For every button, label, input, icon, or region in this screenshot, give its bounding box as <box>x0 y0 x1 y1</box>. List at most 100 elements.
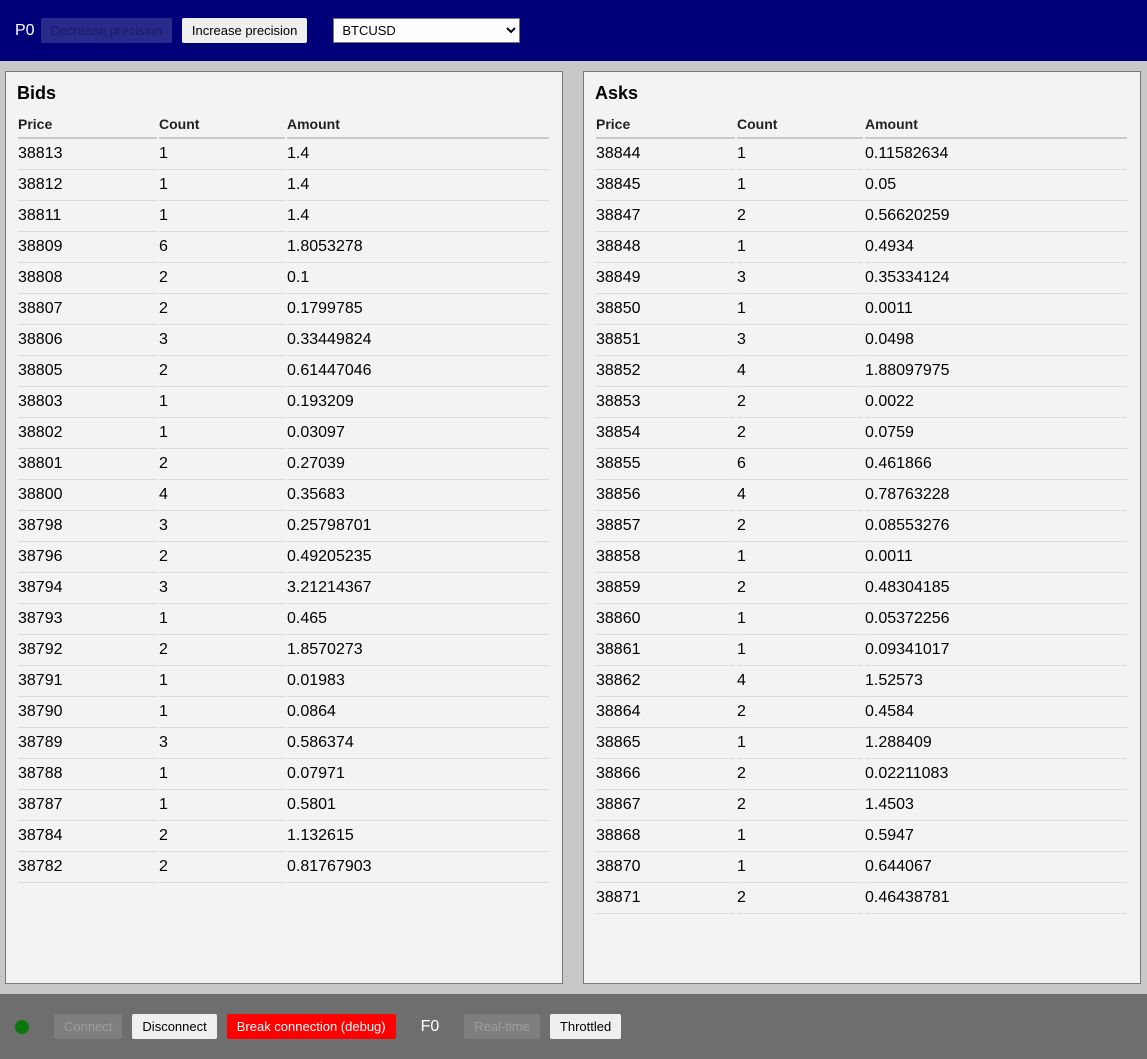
asks-amount-cell: 1.288409 <box>865 728 1127 759</box>
asks-table-row: 38852 4 1.88097975 <box>596 356 1127 387</box>
bids-table-row: 38794 3 3.21214367 <box>18 573 549 604</box>
disconnect-button[interactable]: Disconnect <box>132 1014 217 1039</box>
asks-price-cell: 38865 <box>596 728 735 759</box>
bids-amount-cell: 1.4 <box>287 139 549 170</box>
asks-count-cell: 4 <box>737 666 863 697</box>
frequency-label: F0 <box>420 1017 440 1035</box>
bids-price-cell: 38793 <box>18 604 157 635</box>
asks-amount-cell: 1.4503 <box>865 790 1127 821</box>
asks-price-cell: 38860 <box>596 604 735 635</box>
asks-price-cell: 38864 <box>596 697 735 728</box>
asks-amount-cell: 0.0498 <box>865 325 1127 356</box>
asks-amount-cell: 0.05372256 <box>865 604 1127 635</box>
bids-count-cell: 3 <box>159 511 285 542</box>
asks-amount-cell: 0.4584 <box>865 697 1127 728</box>
asks-price-cell: 38853 <box>596 387 735 418</box>
asks-amount-cell: 1.88097975 <box>865 356 1127 387</box>
bids-price-cell: 38813 <box>18 139 157 170</box>
bids-count-header: Count <box>159 111 285 139</box>
asks-price-cell: 38848 <box>596 232 735 263</box>
realtime-button[interactable]: Real-time <box>464 1014 540 1039</box>
bids-table-row: 38812 1 1.4 <box>18 170 549 201</box>
bids-table-row: 38803 1 0.193209 <box>18 387 549 418</box>
asks-price-cell: 38854 <box>596 418 735 449</box>
bids-price-cell: 38812 <box>18 170 157 201</box>
asks-amount-cell: 0.4934 <box>865 232 1127 263</box>
bids-amount-cell: 1.8570273 <box>287 635 549 666</box>
bids-table-row: 38787 1 0.5801 <box>18 790 549 821</box>
bids-amount-cell: 0.465 <box>287 604 549 635</box>
bids-count-cell: 2 <box>159 449 285 480</box>
throttled-button[interactable]: Throttled <box>549 1014 622 1039</box>
asks-table-row: 38861 1 0.09341017 <box>596 635 1127 666</box>
connect-button[interactable]: Connect <box>54 1014 123 1039</box>
increase-precision-button[interactable]: Increase precision <box>181 18 308 43</box>
asks-count-cell: 3 <box>737 263 863 294</box>
asks-amount-cell: 0.5947 <box>865 821 1127 852</box>
bids-amount-cell: 0.01983 <box>287 666 549 697</box>
bids-amount-cell: 0.193209 <box>287 387 549 418</box>
asks-price-header: Price <box>596 111 735 139</box>
asks-amount-cell: 0.0022 <box>865 387 1127 418</box>
asks-count-cell: 1 <box>737 821 863 852</box>
bids-amount-cell: 0.5801 <box>287 790 549 821</box>
asks-table-row: 38871 2 0.46438781 <box>596 883 1127 914</box>
asks-amount-cell: 0.56620259 <box>865 201 1127 232</box>
decrease-precision-button[interactable]: Decrease precision <box>40 18 172 43</box>
bids-amount-cell: 0.0864 <box>287 697 549 728</box>
asks-price-cell: 38861 <box>596 635 735 666</box>
asks-price-cell: 38857 <box>596 511 735 542</box>
asks-count-cell: 2 <box>737 418 863 449</box>
asks-table-row: 38851 3 0.0498 <box>596 325 1127 356</box>
bids-table-row: 38782 2 0.81767903 <box>18 852 549 883</box>
bids-count-cell: 3 <box>159 325 285 356</box>
asks-price-cell: 38870 <box>596 852 735 883</box>
asks-header-row: Price Count Amount <box>596 111 1127 139</box>
bids-price-cell: 38790 <box>18 697 157 728</box>
asks-table-row: 38857 2 0.08553276 <box>596 511 1127 542</box>
asks-count-cell: 1 <box>737 635 863 666</box>
bids-table-row: 38805 2 0.61447046 <box>18 356 549 387</box>
bids-count-cell: 2 <box>159 852 285 883</box>
bids-count-cell: 1 <box>159 697 285 728</box>
bids-table-row: 38806 3 0.33449824 <box>18 325 549 356</box>
bids-price-cell: 38803 <box>18 387 157 418</box>
asks-panel: Asks Price Count Amount 38844 1 0.11582634… <box>583 71 1141 984</box>
bids-table: Price Count Amount 38813 1 1.4 38812 1 1.4 388… <box>16 111 551 883</box>
asks-count-cell: 1 <box>737 542 863 573</box>
asks-table-row: 38844 1 0.11582634 <box>596 139 1127 170</box>
bids-price-cell: 38807 <box>18 294 157 325</box>
asks-amount-cell: 0.0011 <box>865 294 1127 325</box>
asks-table: Price Count Amount 38844 1 0.11582634 38845… <box>594 111 1129 914</box>
asks-price-cell: 38862 <box>596 666 735 697</box>
asks-price-cell: 38851 <box>596 325 735 356</box>
bids-count-cell: 1 <box>159 666 285 697</box>
bids-amount-cell: 0.07971 <box>287 759 549 790</box>
asks-price-cell: 38858 <box>596 542 735 573</box>
bids-count-cell: 1 <box>159 604 285 635</box>
trading-pair-select[interactable]: BTCUSD <box>333 18 521 43</box>
asks-count-cell: 2 <box>737 883 863 914</box>
bids-price-cell: 38796 <box>18 542 157 573</box>
bids-table-row: 38807 2 0.1799785 <box>18 294 549 325</box>
bids-table-row: 38813 1 1.4 <box>18 139 549 170</box>
asks-amount-cell: 0.0759 <box>865 418 1127 449</box>
bids-table-row: 38811 1 1.4 <box>18 201 549 232</box>
asks-count-cell: 2 <box>737 697 863 728</box>
bids-price-cell: 38798 <box>18 511 157 542</box>
bids-table-row: 38784 2 1.132615 <box>18 821 549 852</box>
bids-amount-cell: 0.35683 <box>287 480 549 511</box>
asks-amount-cell: 0.0011 <box>865 542 1127 573</box>
connection-toolbar: Connect Disconnect Break connection (deb… <box>0 994 1147 1059</box>
bids-amount-cell: 0.27039 <box>287 449 549 480</box>
precision-level-label: P0 <box>15 21 35 39</box>
asks-count-cell: 6 <box>737 449 863 480</box>
asks-table-row: 38849 3 0.35334124 <box>596 263 1127 294</box>
asks-count-cell: 3 <box>737 325 863 356</box>
asks-table-row: 38850 1 0.0011 <box>596 294 1127 325</box>
asks-table-row: 38847 2 0.56620259 <box>596 201 1127 232</box>
break-connection-button[interactable]: Break connection (debug) <box>226 1014 396 1039</box>
asks-count-cell: 2 <box>737 790 863 821</box>
asks-amount-header: Amount <box>865 111 1127 139</box>
bids-table-row: 38800 4 0.35683 <box>18 480 549 511</box>
